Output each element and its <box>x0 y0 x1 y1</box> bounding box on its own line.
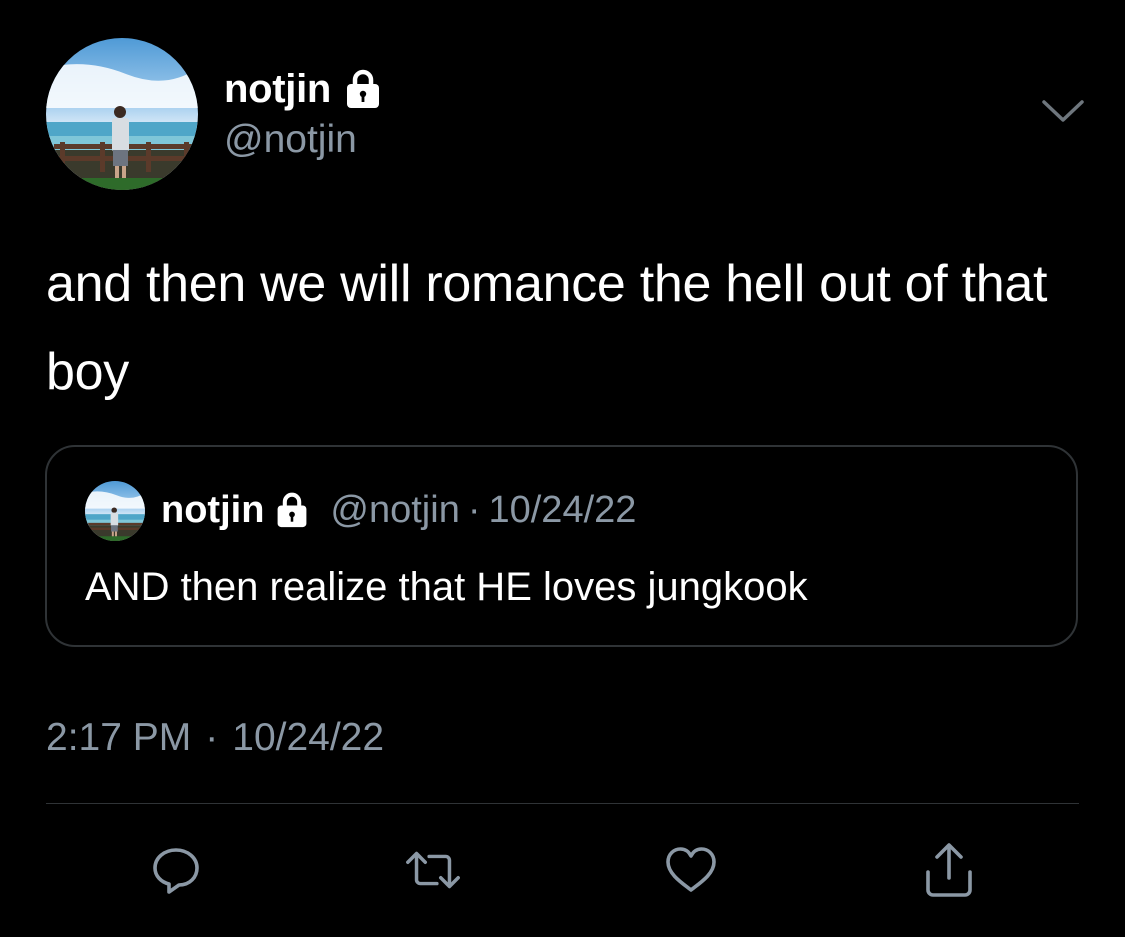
avatar-image <box>46 38 198 190</box>
quoted-tweet-text: AND then realize that HE loves jungkook <box>85 565 808 609</box>
tweet-time: 2:17 PM <box>46 716 192 759</box>
author-avatar[interactable] <box>46 38 198 190</box>
author-handle[interactable]: @notjin <box>224 118 357 162</box>
reply-button[interactable] <box>145 840 207 900</box>
tweet-date: 10/24/22 <box>232 716 385 759</box>
lock-icon <box>278 492 307 528</box>
dot-separator: · <box>467 488 481 531</box>
quoted-tweet-date: 10/24/22 <box>488 488 637 531</box>
retweet-icon <box>406 851 460 889</box>
like-button[interactable] <box>660 840 722 900</box>
quoted-author-handle: @notjin <box>330 488 460 531</box>
author-name-row: notjin <box>224 64 383 114</box>
quoted-tweet-card[interactable]: notjin @notjin · 10/24/22 AND then reali… <box>45 445 1078 647</box>
dot-separator: · <box>205 716 219 759</box>
heart-icon <box>666 847 716 892</box>
quoted-tweet-header: notjin @notjin · 10/24/22 <box>161 485 636 535</box>
avatar-image <box>85 481 145 541</box>
quoted-author-avatar <box>85 481 145 541</box>
retweet-button[interactable] <box>402 840 464 900</box>
tweet-text: and then we will romance the hell out of… <box>46 255 1048 401</box>
quoted-author-display-name: notjin <box>161 488 265 531</box>
tweet-action-bar <box>0 840 1125 900</box>
tweet-timestamp[interactable]: 2:17 PM · 10/24/22 <box>46 716 384 760</box>
share-icon <box>926 843 972 897</box>
divider <box>46 803 1079 804</box>
reply-icon <box>153 848 199 894</box>
lock-icon <box>347 69 380 108</box>
author-display-name[interactable]: notjin <box>224 67 331 112</box>
tweet: notjin @notjin and then we will romance … <box>0 0 1125 937</box>
share-button[interactable] <box>918 840 980 900</box>
chevron-down-icon[interactable] <box>1040 96 1086 126</box>
